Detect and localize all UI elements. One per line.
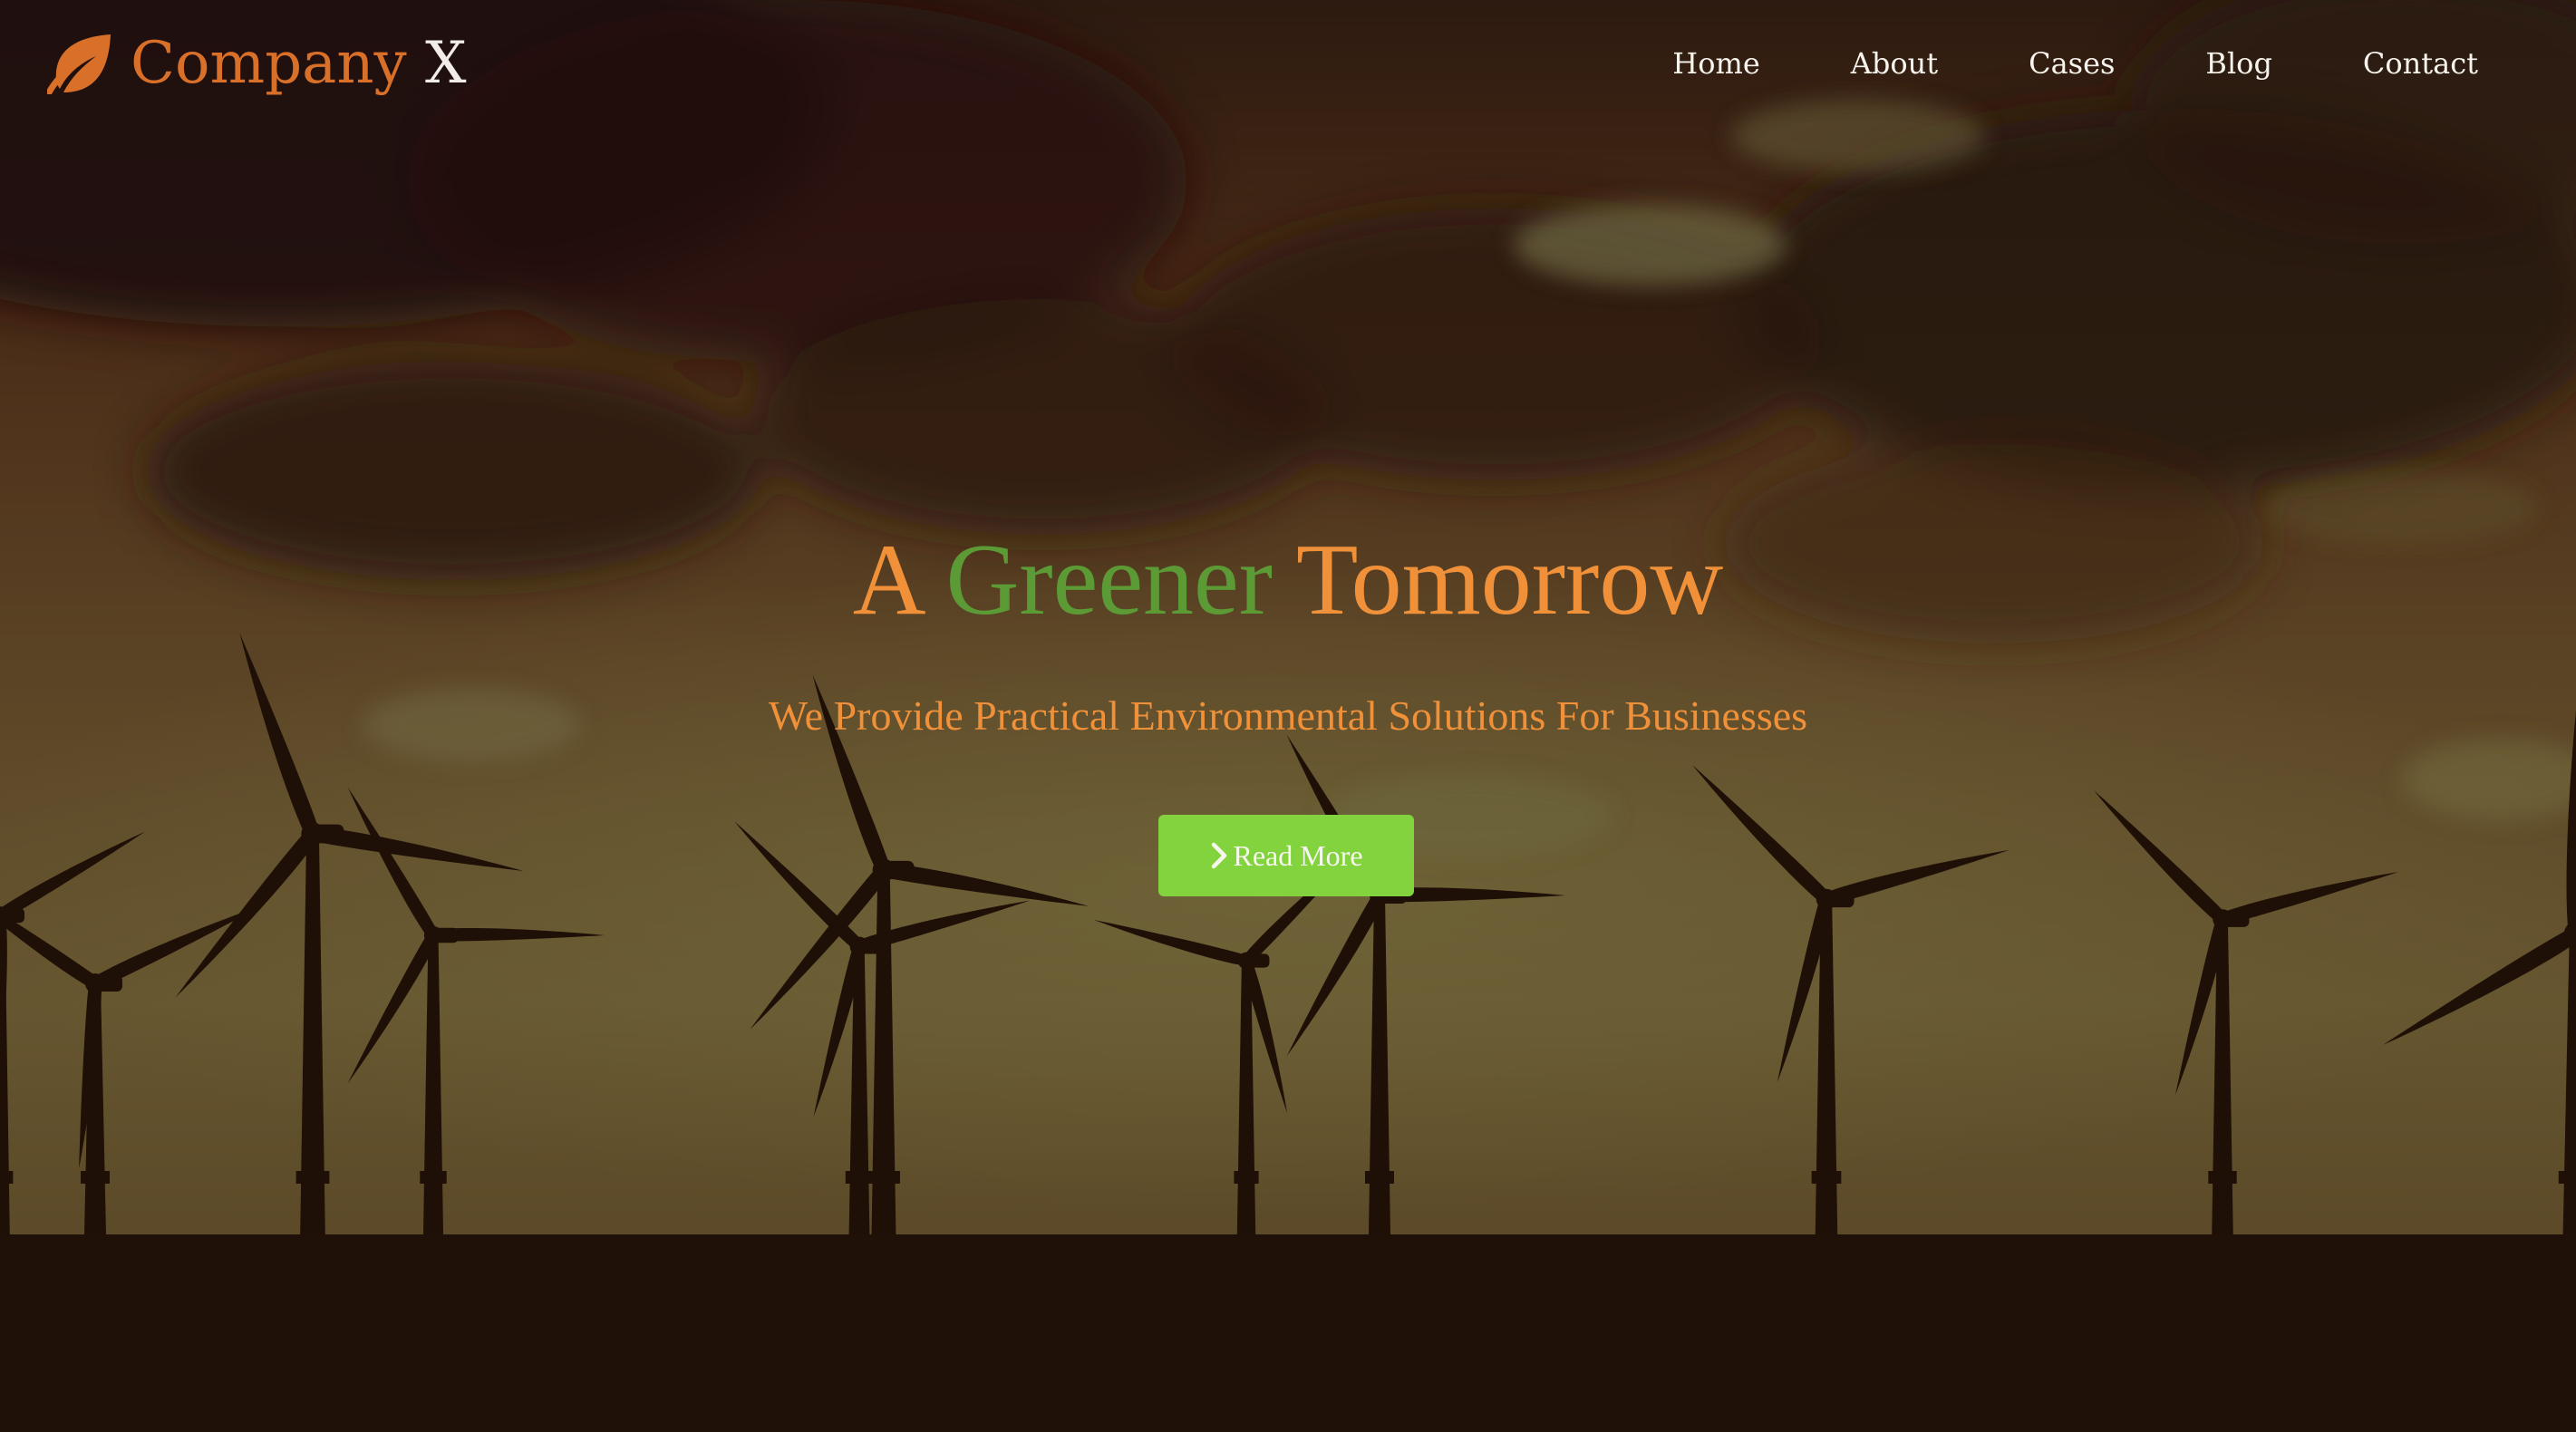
nav-link-contact[interactable]: Contact bbox=[2363, 46, 2478, 81]
hero-section: A Greener Tomorrow We Provide Practical … bbox=[0, 517, 2576, 896]
nav-item-contact: Contact bbox=[2363, 40, 2478, 87]
nav-menu: Home About Cases Blog Contact bbox=[1672, 40, 2478, 87]
nav-item-cases: Cases bbox=[2029, 40, 2115, 87]
brand-logo[interactable]: Company X bbox=[47, 27, 467, 100]
nav-link-cases[interactable]: Cases bbox=[2029, 46, 2115, 81]
brand-word: Company bbox=[131, 30, 407, 97]
brand-mark: X bbox=[425, 30, 467, 97]
hero-title-part1: A bbox=[852, 524, 946, 636]
read-more-label: Read More bbox=[1233, 838, 1363, 872]
ground bbox=[0, 1234, 2576, 1432]
nav-link-blog[interactable]: Blog bbox=[2205, 46, 2272, 81]
nav-link-about[interactable]: About bbox=[1851, 46, 1938, 81]
nav-link-home[interactable]: Home bbox=[1672, 46, 1759, 81]
navbar: Company X Home About Cases Blog Contact bbox=[0, 0, 2576, 127]
chevron-right-icon bbox=[1212, 842, 1227, 869]
nav-item-blog: Blog bbox=[2205, 40, 2272, 87]
nav-item-about: About bbox=[1851, 40, 1938, 87]
hero-title-highlight: Greener bbox=[945, 524, 1273, 636]
hero-title: A Greener Tomorrow bbox=[0, 517, 2576, 643]
hero-subtitle: We Provide Practical Environmental Solut… bbox=[768, 692, 1808, 739]
brand-name: Company X bbox=[131, 27, 467, 100]
hero-title-part2: Tomorrow bbox=[1273, 524, 1724, 636]
nav-item-home: Home bbox=[1672, 40, 1759, 87]
leaf-icon bbox=[47, 34, 111, 94]
read-more-button[interactable]: Read More bbox=[1158, 815, 1414, 896]
